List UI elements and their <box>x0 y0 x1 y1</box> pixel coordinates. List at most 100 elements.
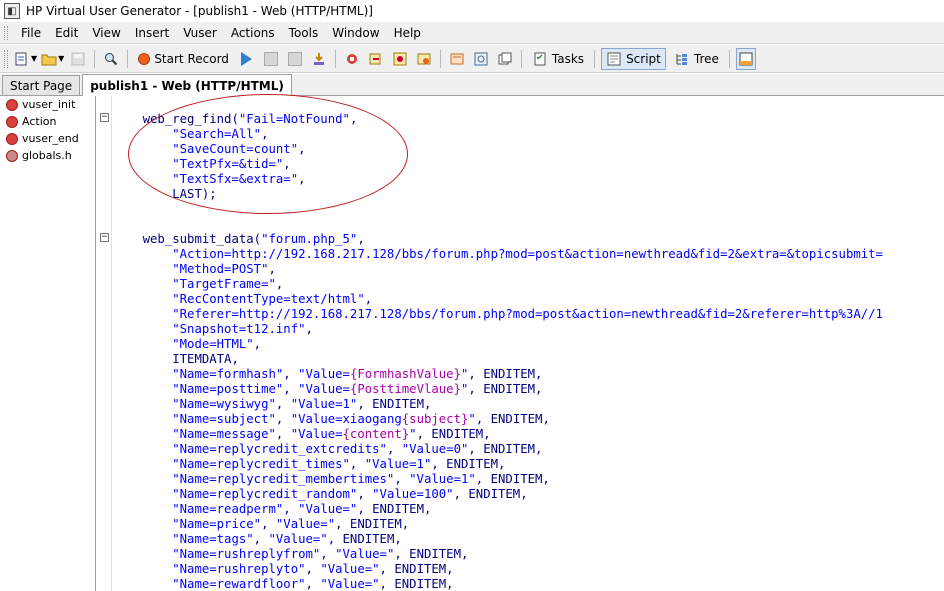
output-pane-toggle[interactable] <box>735 47 756 70</box>
pause-button[interactable] <box>285 48 305 70</box>
code-token: , <box>275 412 291 426</box>
tasks-button[interactable]: Tasks <box>528 48 588 70</box>
document-tabs: Start Page publish1 - Web (HTTP/HTML) <box>0 74 944 96</box>
output-window-button[interactable] <box>495 48 515 70</box>
find-button[interactable] <box>101 48 121 70</box>
view-icon <box>474 52 488 65</box>
sidebar-item-vuser-init[interactable]: vuser_init <box>0 96 95 113</box>
code-token: "Value=1" <box>290 397 358 411</box>
code-token: , ENDITEM, <box>379 562 454 576</box>
code-token: "Value=xiaogang <box>290 412 402 426</box>
tab-start-page[interactable]: Start Page <box>2 75 81 95</box>
code-token: "Name=replycredit_extcredits" <box>172 442 387 456</box>
sidebar-item-action[interactable]: Action <box>0 113 95 130</box>
collapse-toggle-icon[interactable]: − <box>100 113 109 122</box>
code-token: , <box>283 367 299 381</box>
title-bar: ◧ HP Virtual User Generator - [publish1 … <box>0 0 944 22</box>
open-dropdown-arrow[interactable]: ▼ <box>58 54 64 63</box>
toolbar-separator <box>127 49 129 68</box>
code-line: "Name=tags", "Value=", ENDITEM, <box>113 532 402 547</box>
code-token: {content} <box>342 427 410 441</box>
code-token: "TargetFrame=" <box>172 277 276 291</box>
new-script-button[interactable]: ▼ <box>14 48 37 70</box>
show-snapshot-button[interactable] <box>447 48 467 70</box>
code-token: "Value=" <box>320 562 380 576</box>
toolbar-separator <box>439 49 441 68</box>
code-line: ITEMDATA, <box>113 352 239 367</box>
sidebar-item-vuser-end[interactable]: vuser_end <box>0 130 95 147</box>
menu-help[interactable]: Help <box>387 26 428 40</box>
toolbar-separator <box>520 49 522 68</box>
save-button[interactable] <box>68 48 88 70</box>
breakpoint-button[interactable] <box>342 48 362 70</box>
code-line: "Snapshot=t12.inf", <box>113 322 313 337</box>
code-token: {subject} <box>401 412 469 426</box>
toolbar-separator <box>728 49 730 68</box>
menu-window[interactable]: Window <box>325 26 386 40</box>
runtime-settings-button[interactable] <box>390 48 410 70</box>
menu-file[interactable]: File <box>14 26 48 40</box>
recording-options-button[interactable] <box>414 48 434 70</box>
script-view-button[interactable]: Script <box>601 47 666 70</box>
code-token: "Method=POST" <box>172 262 269 276</box>
compile-button[interactable] <box>309 48 329 70</box>
header-file-icon <box>6 149 18 162</box>
code-token: "Value= <box>298 367 350 381</box>
code-token: , ENDITEM, <box>453 487 528 501</box>
open-button[interactable]: ▼ <box>41 48 64 70</box>
sidebar-item-label: globals.h <box>22 149 72 162</box>
tab-publish1[interactable]: publish1 - Web (HTTP/HTML) <box>82 74 292 96</box>
menu-tools[interactable]: Tools <box>282 26 326 40</box>
menu-edit[interactable]: Edit <box>48 26 85 40</box>
run-button[interactable] <box>237 48 257 70</box>
code-line: "Name=subject", "Value=xiaogang{subject}… <box>113 412 550 427</box>
code-token: , <box>320 547 336 561</box>
step-button[interactable] <box>366 48 386 70</box>
step-icon <box>369 53 381 64</box>
menu-actions[interactable]: Actions <box>224 26 282 40</box>
code-token: " <box>409 427 417 441</box>
code-token: "Value=100" <box>372 487 454 501</box>
code-token: "Name=rushreplyfrom" <box>172 547 321 561</box>
code-token: , <box>283 502 299 516</box>
pause-icon <box>287 51 302 66</box>
code-line: "TargetFrame=", <box>113 277 283 292</box>
code-line: "Mode=HTML", <box>113 337 261 352</box>
code-token: "Name=posttime" <box>172 382 284 396</box>
breakpoint-icon <box>346 53 357 64</box>
app-icon: ◧ <box>4 3 20 19</box>
menu-vuser[interactable]: Vuser <box>176 26 224 40</box>
script-icon <box>607 52 621 65</box>
fold-gutter: − − <box>97 96 112 591</box>
code-token: , <box>275 397 291 411</box>
start-record-button[interactable]: Start Record <box>134 48 233 70</box>
code-token: "Snapshot=t12.inf" <box>172 322 306 336</box>
code-token: "Value=" <box>320 577 380 591</box>
sidebar-item-label: vuser_end <box>22 132 79 145</box>
code-line: "Name=readperm", "Value=", ENDITEM, <box>113 502 431 517</box>
output-icon <box>498 52 512 64</box>
code-token: web_submit_data( <box>142 232 262 246</box>
stop-button[interactable] <box>261 48 281 70</box>
sidebar-item-globals[interactable]: globals.h <box>0 147 95 164</box>
new-dropdown-arrow[interactable]: ▼ <box>31 54 37 63</box>
collapse-toggle-icon[interactable]: − <box>100 233 109 242</box>
code-token: "Value=" <box>275 517 336 531</box>
menu-view[interactable]: View <box>85 26 127 40</box>
menu-insert[interactable]: Insert <box>128 26 176 40</box>
tree-view-button[interactable] <box>471 48 491 70</box>
code-line: "Name=rewardfloor", "Value=", ENDITEM, <box>113 577 453 591</box>
search-icon <box>105 52 118 65</box>
code-token: "Name=wysiwyg" <box>172 397 276 411</box>
code-token: "Name=rewardfloor" <box>172 577 306 591</box>
tree-button[interactable]: Tree <box>670 48 723 70</box>
code-line: "Referer=http://192.168.217.128/bbs/foru… <box>113 307 883 322</box>
